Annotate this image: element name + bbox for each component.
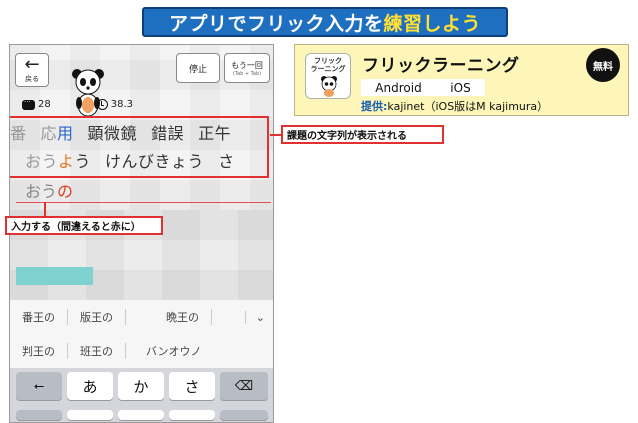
retry-shortcut: (Tab + Tab) bbox=[232, 70, 262, 77]
candidate-item[interactable]: 判王の bbox=[10, 343, 68, 359]
left-arrow-icon: ← bbox=[24, 54, 40, 75]
key-sa[interactable]: さ bbox=[169, 372, 215, 400]
problem-highlight-box bbox=[10, 116, 269, 178]
panda-icon bbox=[321, 76, 337, 97]
undo-arrow-icon: ⭠ bbox=[33, 378, 45, 394]
undo-key[interactable]: ⭠ bbox=[16, 372, 62, 400]
candidate-item[interactable]: 晩王の bbox=[126, 309, 212, 325]
retry-button[interactable]: もう一回 (Tab + Tab) bbox=[224, 53, 270, 83]
retry-label: もう一回 bbox=[231, 60, 263, 70]
keyboard-next-row-key[interactable] bbox=[118, 410, 164, 420]
input-callout: 入力する（間違えると赤に） bbox=[5, 216, 163, 235]
candidate-item[interactable]: 番王の bbox=[10, 309, 68, 325]
platform-list: Android iOS bbox=[361, 79, 485, 96]
timer-stat: 38.3 bbox=[96, 99, 133, 110]
candidate-item[interactable]: 版王の bbox=[68, 309, 126, 325]
app-icon-text-line: フリック bbox=[314, 57, 342, 65]
timer-value: 38.3 bbox=[110, 99, 133, 110]
count-value: 28 bbox=[38, 99, 51, 110]
keyboard-next-row-key[interactable] bbox=[220, 410, 268, 420]
keyboard-next-row-key[interactable] bbox=[169, 410, 215, 420]
stats-bar: 28 38.3 bbox=[22, 98, 133, 110]
stop-button[interactable]: 停止 bbox=[176, 53, 220, 83]
typed-error: の bbox=[57, 182, 74, 201]
key-a[interactable]: あ bbox=[67, 372, 113, 400]
app-icon-text: フリック ラーニング bbox=[306, 57, 350, 73]
chevron-down-icon[interactable]: ⌄ bbox=[244, 310, 265, 324]
free-badge: 無料 bbox=[586, 48, 620, 82]
provider-value: kajinet（iOS版はM kajimura） bbox=[387, 100, 549, 113]
input-underline bbox=[16, 202, 271, 203]
keyboard-next-row-key[interactable] bbox=[16, 410, 62, 420]
platform-android: Android bbox=[375, 80, 422, 95]
typed-input[interactable]: おうの bbox=[25, 178, 73, 202]
title-highlight: 練習しよう bbox=[383, 12, 482, 35]
back-button[interactable]: ← 戻る bbox=[15, 53, 49, 87]
back-label: 戻る bbox=[25, 75, 39, 83]
candidate-item[interactable]: 班王の bbox=[68, 343, 126, 359]
provider-label: 提供: bbox=[361, 100, 388, 113]
candidate-bar: 番王の 版王の 晩王の ⌄ 判王の 班王の バンオウノ bbox=[10, 300, 273, 368]
typed-correct: おう bbox=[25, 182, 58, 201]
chat-bubble-icon bbox=[22, 98, 35, 110]
provider-info: 提供:kajinet（iOS版はM kajimura） bbox=[361, 98, 548, 114]
platform-ios: iOS bbox=[450, 80, 471, 95]
count-stat: 28 bbox=[22, 98, 51, 110]
problem-callout: 課題の文字列が表示される bbox=[281, 125, 444, 144]
candidate-item[interactable]: バンオウノ bbox=[126, 343, 214, 359]
app-icon-text-line: ラーニング bbox=[310, 65, 346, 73]
clock-icon bbox=[96, 99, 108, 110]
keyboard-next-row-key[interactable] bbox=[67, 410, 113, 420]
title-banner: アプリでフリック入力を 練習しよう bbox=[142, 7, 508, 37]
delete-icon: ⌫ bbox=[234, 378, 254, 394]
key-ka[interactable]: か bbox=[118, 372, 164, 400]
app-icon[interactable]: フリック ラーニング bbox=[305, 53, 351, 99]
callout-connector bbox=[44, 202, 46, 217]
delete-key[interactable]: ⌫ bbox=[220, 372, 268, 400]
candidate-row: 番王の 版王の 晩王の ⌄ bbox=[10, 300, 273, 334]
app-name: フリックラーニング bbox=[362, 56, 520, 76]
candidate-row: 判王の 班王の バンオウノ bbox=[10, 334, 273, 368]
app-info-card: フリック ラーニング フリックラーニング 無料 Android iOS 提供:k… bbox=[294, 44, 629, 116]
progress-indicator bbox=[16, 267, 93, 285]
title-text: アプリでフリック入力を bbox=[168, 12, 384, 35]
flick-keyboard: ⭠ あ か さ ⌫ bbox=[10, 368, 273, 422]
